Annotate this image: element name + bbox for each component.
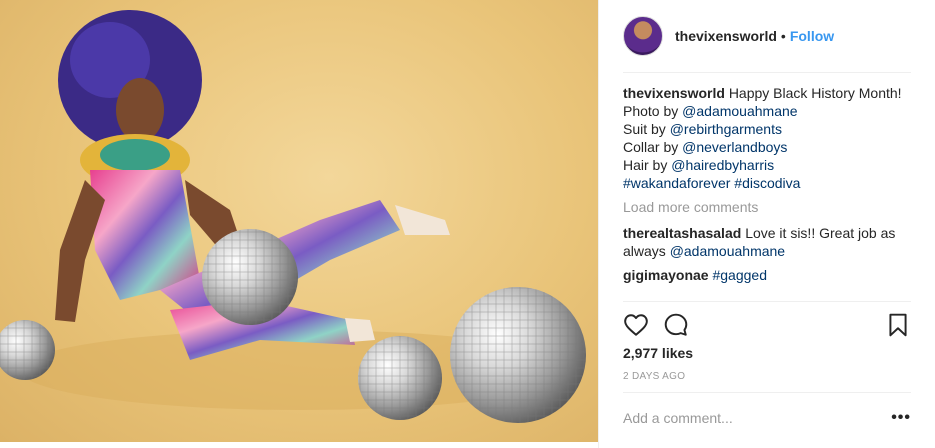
suit-credit-mention[interactable]: @rebirthgarments <box>670 121 782 137</box>
comment-username[interactable]: therealtashasalad <box>623 225 741 241</box>
caption-text: Happy Black History Month! <box>728 85 902 101</box>
comment-input-divider <box>623 392 911 393</box>
actions-divider <box>623 301 911 302</box>
post-photo[interactable] <box>0 0 598 442</box>
comment-hashtag[interactable]: #gagged <box>712 267 767 283</box>
likes-count[interactable]: 2,977 likes <box>623 345 693 361</box>
add-comment-input[interactable] <box>623 410 892 426</box>
more-options-icon[interactable]: ••• <box>891 409 911 427</box>
heart-icon[interactable] <box>623 312 649 338</box>
comment-mention[interactable]: @adamouahmane <box>670 243 785 259</box>
comments-section: thevixensworld Happy Black History Month… <box>623 84 911 300</box>
avatar[interactable] <box>623 16 663 56</box>
comment-item: gigimayonae #gagged <box>623 266 911 284</box>
header-divider <box>623 72 911 73</box>
collar-credit-mention[interactable]: @neverlandboys <box>682 139 787 155</box>
action-bar <box>623 310 911 340</box>
bookmark-icon[interactable] <box>885 312 911 338</box>
caption-username[interactable]: thevixensworld <box>623 85 725 101</box>
comment-username[interactable]: gigimayonae <box>623 267 709 283</box>
suit-credit-label: Suit by <box>623 121 670 137</box>
add-comment-bar: ••• <box>623 406 911 430</box>
post-timestamp[interactable]: 2 DAYS AGO <box>623 371 685 382</box>
post-sidebar: thevixensworld • Follow thevixensworld H… <box>598 0 935 448</box>
post-header: thevixensworld • Follow <box>623 12 911 60</box>
load-more-comments-button[interactable]: Load more comments <box>623 198 911 216</box>
hair-credit-label: Hair by <box>623 157 672 173</box>
hashtag-discodiva[interactable]: #discodiva <box>734 175 800 191</box>
follow-button[interactable]: Follow <box>790 28 834 44</box>
instagram-post: thevixensworld • Follow thevixensworld H… <box>0 0 935 448</box>
separator-dot: • <box>780 28 786 44</box>
photo-credit-mention[interactable]: @adamouahmane <box>682 103 797 119</box>
comment-icon[interactable] <box>663 312 689 338</box>
photo-illustration <box>0 10 586 423</box>
caption: thevixensworld Happy Black History Month… <box>623 84 911 192</box>
photo-credit-label: Photo by <box>623 103 683 119</box>
collar-credit-label: Collar by <box>623 139 683 155</box>
comment-item: therealtashasalad Love it sis!! Great jo… <box>623 224 911 260</box>
hashtag-wakandaforever[interactable]: #wakandaforever <box>623 175 730 191</box>
hair-credit-mention[interactable]: @hairedbyharris <box>671 157 774 173</box>
author-username[interactable]: thevixensworld <box>675 28 777 44</box>
